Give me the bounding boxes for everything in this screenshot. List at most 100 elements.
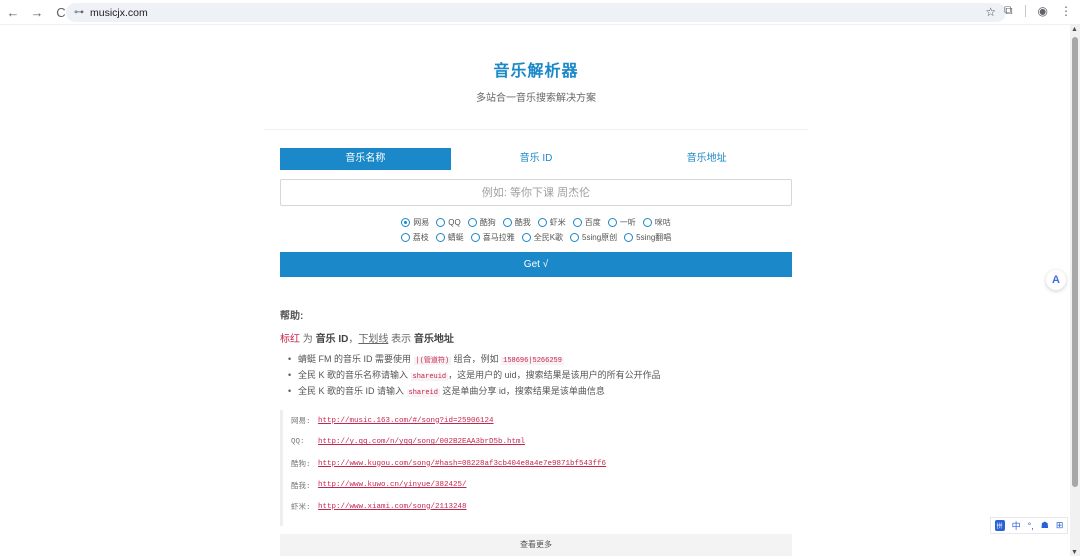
help-legend: 标红 为 音乐 ID，下划线 表示 音乐地址: [280, 330, 454, 345]
extensions-icon[interactable]: ⧉: [1004, 3, 1013, 18]
example-label: QQ:: [291, 438, 305, 447]
radio-icon: [502, 218, 512, 227]
legend-red-word: 标红: [280, 334, 300, 345]
help-heading: 帮助:: [280, 311, 304, 322]
view-more-button[interactable]: 查看更多: [280, 534, 792, 556]
address-bar[interactable]: ⊶ musicjx.com ☆: [66, 3, 1006, 22]
source-option-kuwo[interactable]: 酷我: [502, 217, 531, 228]
help-code: 158696|5266259: [501, 357, 564, 365]
source-option-ximalaya[interactable]: 喜马拉雅: [470, 232, 515, 243]
example-row: 酷狗: http://www.kugou.com/song/#hash=08228…: [291, 453, 792, 475]
source-label: 蜻蜓: [447, 233, 464, 242]
source-label: 5sing原创: [582, 233, 618, 242]
profile-icon[interactable]: ◉: [1038, 4, 1048, 18]
menu-icon[interactable]: ⋮: [1060, 4, 1072, 18]
toolbar-divider: [1024, 4, 1026, 17]
page-scrollbar[interactable]: ▲ ▼: [1070, 25, 1080, 556]
bookmark-star-icon[interactable]: ☆: [985, 5, 996, 19]
help-code: shareid: [406, 389, 440, 397]
page-subtitle: 多站合一音乐搜索解决方案: [476, 93, 596, 104]
help-text: 全民 K 歌的音乐 ID 请输入: [298, 386, 407, 396]
example-link[interactable]: http://www.kuwo.cn/yinyue/382425/: [318, 481, 467, 489]
example-label: 酷狗:: [291, 461, 311, 470]
help-text: 蜻蜓 FM 的音乐 ID 需要使用: [298, 354, 414, 364]
source-option-kugou[interactable]: 酷狗: [467, 217, 496, 228]
source-label: 荔枝: [412, 233, 429, 242]
source-label: 虾米: [549, 218, 566, 227]
legend-addr-word: 音乐地址: [413, 334, 454, 345]
example-row: 酷我: http://www.kuwo.cn/yinyue/382425/: [291, 475, 792, 497]
ime-punctuation-icon[interactable]: °,: [1028, 521, 1034, 531]
ime-grid-icon[interactable]: ⊞: [1056, 520, 1064, 531]
radio-icon: [570, 233, 580, 242]
ime-logo-icon[interactable]: 拼: [994, 520, 1005, 531]
source-options-row-1: 网易 QQ 酷狗 酷我 虾米 百度 一听 咪咕: [280, 217, 792, 228]
header-divider: [264, 129, 808, 130]
source-label: 酷狗: [479, 218, 496, 227]
example-link[interactable]: http://music.163.com/#/song?id=25906124: [318, 417, 494, 425]
floating-assistant-icon[interactable]: A: [1046, 270, 1066, 290]
source-label: 百度: [584, 218, 601, 227]
search-input[interactable]: [280, 179, 792, 206]
radio-icon: [537, 218, 547, 227]
help-text: ，这是用户的 uid，搜索结果是该用户的所有公开作品: [448, 370, 661, 380]
source-label: 酷我: [514, 218, 531, 227]
scrollbar-thumb[interactable]: [1072, 37, 1078, 487]
ime-toolbar[interactable]: 拼 中 °, ☗ ⊞: [990, 517, 1068, 534]
back-icon[interactable]: ←: [2, 1, 24, 23]
source-option-lizhi[interactable]: 荔枝: [400, 232, 429, 243]
url-examples: 网易: http://music.163.com/#/song?id=259061…: [280, 410, 792, 526]
source-label: 5sing翻唱: [636, 233, 672, 242]
browser-toolbar: ← → C ⊶ musicjx.com ☆ ⧉ ◉ ⋮: [0, 0, 1080, 25]
source-option-xiami[interactable]: 虾米: [537, 217, 566, 228]
scroll-down-icon[interactable]: ▼: [1071, 549, 1078, 556]
search-mode-tabs: 音乐名称 音乐 ID 音乐地址: [280, 148, 792, 170]
help-text: 组合，例如: [451, 354, 502, 364]
example-link[interactable]: http://www.xiami.com/song/2113248: [318, 503, 467, 511]
tab-music-name[interactable]: 音乐名称: [280, 148, 451, 170]
radio-icon: [572, 218, 582, 227]
ime-skin-icon[interactable]: ☗: [1041, 520, 1049, 531]
radio-checked-icon: [401, 218, 411, 227]
radio-icon: [521, 233, 531, 242]
help-item: 蜻蜓 FM 的音乐 ID 需要使用 |(管道符) 组合，例如 158696|52…: [288, 354, 661, 366]
source-option-qq[interactable]: QQ: [436, 217, 461, 228]
forward-icon[interactable]: →: [26, 1, 48, 23]
source-option-5sing-cover[interactable]: 5sing翻唱: [624, 232, 671, 243]
tab-music-id[interactable]: 音乐 ID: [451, 148, 622, 170]
tab-music-url[interactable]: 音乐地址: [621, 148, 792, 170]
help-code: shareuid: [410, 373, 449, 381]
source-option-qingting[interactable]: 蜻蜓: [435, 232, 464, 243]
radio-icon: [436, 218, 446, 227]
scroll-up-icon[interactable]: ▲: [1071, 26, 1078, 33]
example-link[interactable]: http://y.qq.com/n/yqq/song/002B2EAA3brD5…: [318, 438, 525, 446]
example-row: 虾米: http://www.xiami.com/song/2113248: [291, 496, 792, 518]
example-label: 酷我:: [291, 482, 311, 491]
radio-icon: [467, 218, 477, 227]
source-label: 咪咕: [654, 218, 671, 227]
legend-underline-word: 下划线: [358, 334, 389, 345]
source-label: QQ: [448, 218, 461, 227]
example-row: QQ: http://y.qq.com/n/yqq/song/002B2EAA3b…: [291, 432, 792, 454]
get-button[interactable]: Get √: [280, 252, 792, 277]
site-settings-icon[interactable]: ⊶: [74, 7, 84, 18]
help-text: 全民 K 歌的音乐名称请输入: [298, 370, 411, 380]
example-link[interactable]: http://www.kugou.com/song/#hash=08228af3…: [318, 460, 606, 468]
ime-language-toggle[interactable]: 中: [1012, 519, 1021, 532]
help-item: 全民 K 歌的音乐 ID 请输入 shareid 这是单曲分享 id，搜索结果是…: [288, 386, 661, 398]
help-text: 这是单曲分享 id，搜索结果是该单曲信息: [439, 386, 605, 396]
source-option-5sing-original[interactable]: 5sing原创: [570, 232, 617, 243]
page-title: 音乐解析器: [493, 63, 579, 80]
radio-icon: [642, 218, 652, 227]
source-label: 一听: [619, 218, 636, 227]
example-label: 网易:: [291, 418, 311, 427]
legend-text: 表示: [388, 334, 414, 345]
radio-icon: [607, 218, 617, 227]
address-url: musicjx.com: [90, 6, 148, 19]
source-option-netease[interactable]: 网易: [401, 217, 429, 228]
source-option-kg[interactable]: 全民K歌: [521, 232, 563, 243]
example-row: 网易: http://music.163.com/#/song?id=259061…: [291, 410, 792, 432]
source-option-baidu[interactable]: 百度: [572, 217, 601, 228]
source-option-1ting[interactable]: 一听: [607, 217, 636, 228]
source-option-migu[interactable]: 咪咕: [642, 217, 671, 228]
